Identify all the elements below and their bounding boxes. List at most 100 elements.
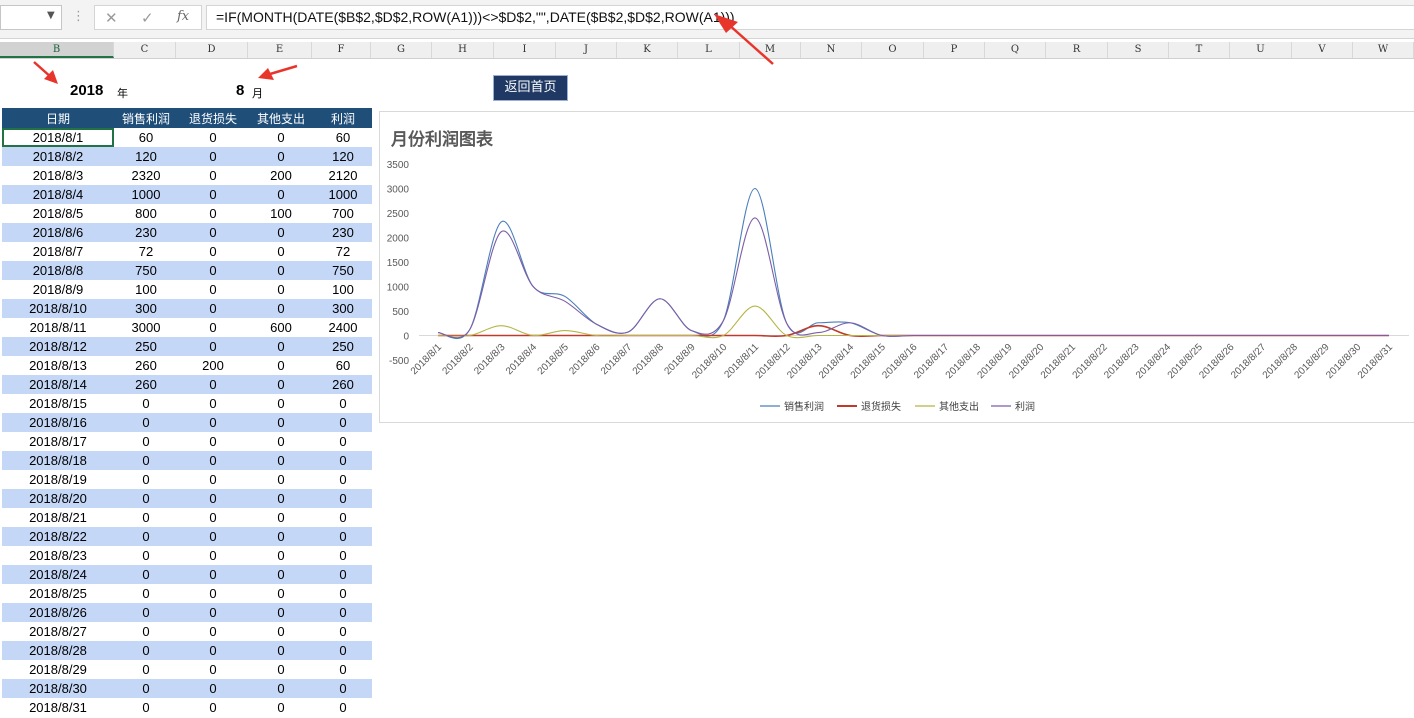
value-cell[interactable]: 0: [114, 698, 178, 717]
value-cell[interactable]: 1000: [114, 185, 178, 204]
formula-input[interactable]: =IF(MONTH(DATE($B$2,$D$2,ROW(A1)))<>$D$2…: [206, 5, 1414, 30]
value-cell[interactable]: 0: [178, 299, 248, 318]
value-cell[interactable]: 0: [178, 223, 248, 242]
date-cell[interactable]: 2018/8/17: [2, 432, 114, 451]
value-cell[interactable]: 60: [314, 356, 372, 375]
chevron-down-icon[interactable]: ▼: [47, 10, 55, 21]
column-header-j[interactable]: J: [556, 42, 617, 58]
value-cell[interactable]: 0: [248, 223, 314, 242]
value-cell[interactable]: 0: [178, 128, 248, 147]
value-cell[interactable]: 0: [178, 603, 248, 622]
value-cell[interactable]: 0: [314, 451, 372, 470]
value-cell[interactable]: 120: [314, 147, 372, 166]
value-cell[interactable]: 0: [248, 375, 314, 394]
column-header-u[interactable]: U: [1230, 42, 1292, 58]
date-cell[interactable]: 2018/8/28: [2, 641, 114, 660]
column-header-p[interactable]: P: [924, 42, 985, 58]
value-cell[interactable]: 0: [314, 679, 372, 698]
value-cell[interactable]: 0: [178, 527, 248, 546]
value-cell[interactable]: 0: [114, 527, 178, 546]
column-header-b[interactable]: B: [0, 42, 114, 58]
value-cell[interactable]: 0: [248, 660, 314, 679]
value-cell[interactable]: 0: [248, 527, 314, 546]
column-header-f[interactable]: F: [312, 42, 371, 58]
value-cell[interactable]: 600: [248, 318, 314, 337]
value-cell[interactable]: 0: [248, 394, 314, 413]
date-cell[interactable]: 2018/8/7: [2, 242, 114, 261]
value-cell[interactable]: 0: [114, 660, 178, 679]
value-cell[interactable]: 0: [178, 166, 248, 185]
value-cell[interactable]: 120: [114, 147, 178, 166]
date-cell[interactable]: 2018/8/8: [2, 261, 114, 280]
value-cell[interactable]: 260: [114, 356, 178, 375]
column-header-q[interactable]: Q: [985, 42, 1046, 58]
value-cell[interactable]: 0: [314, 565, 372, 584]
value-cell[interactable]: 0: [314, 527, 372, 546]
value-cell[interactable]: 300: [314, 299, 372, 318]
cancel-icon[interactable]: ✕: [105, 9, 118, 27]
value-cell[interactable]: 2320: [114, 166, 178, 185]
value-cell[interactable]: 0: [248, 337, 314, 356]
value-cell[interactable]: 0: [248, 128, 314, 147]
value-cell[interactable]: 0: [248, 641, 314, 660]
column-header-m[interactable]: M: [740, 42, 801, 58]
column-header-l[interactable]: L: [678, 42, 740, 58]
value-cell[interactable]: 3000: [114, 318, 178, 337]
date-cell[interactable]: 2018/8/16: [2, 413, 114, 432]
value-cell[interactable]: 260: [114, 375, 178, 394]
value-cell[interactable]: 0: [314, 413, 372, 432]
date-cell[interactable]: 2018/8/25: [2, 584, 114, 603]
insert-function-icon[interactable]: fx: [177, 9, 189, 24]
column-header-r[interactable]: R: [1046, 42, 1108, 58]
month-value[interactable]: 8: [236, 82, 244, 99]
value-cell[interactable]: 0: [248, 622, 314, 641]
value-cell[interactable]: 0: [178, 470, 248, 489]
value-cell[interactable]: 0: [114, 470, 178, 489]
value-cell[interactable]: 0: [248, 261, 314, 280]
date-cell[interactable]: 2018/8/27: [2, 622, 114, 641]
date-cell[interactable]: 2018/8/24: [2, 565, 114, 584]
value-cell[interactable]: 0: [178, 204, 248, 223]
date-cell[interactable]: 2018/8/5: [2, 204, 114, 223]
value-cell[interactable]: 700: [314, 204, 372, 223]
value-cell[interactable]: 260: [314, 375, 372, 394]
value-cell[interactable]: 0: [178, 413, 248, 432]
value-cell[interactable]: 72: [114, 242, 178, 261]
return-home-button[interactable]: 返回首页: [493, 75, 568, 101]
value-cell[interactable]: 0: [314, 603, 372, 622]
column-header-k[interactable]: K: [617, 42, 678, 58]
value-cell[interactable]: 800: [114, 204, 178, 223]
value-cell[interactable]: 0: [314, 698, 372, 717]
value-cell[interactable]: 0: [114, 413, 178, 432]
value-cell[interactable]: 0: [314, 546, 372, 565]
date-cell[interactable]: 2018/8/9: [2, 280, 114, 299]
value-cell[interactable]: 0: [178, 185, 248, 204]
value-cell[interactable]: 0: [178, 622, 248, 641]
enter-icon[interactable]: ✓: [141, 9, 154, 27]
value-cell[interactable]: 0: [178, 641, 248, 660]
value-cell[interactable]: 0: [178, 565, 248, 584]
value-cell[interactable]: 0: [178, 337, 248, 356]
value-cell[interactable]: 230: [314, 223, 372, 242]
value-cell[interactable]: 0: [114, 546, 178, 565]
value-cell[interactable]: 0: [248, 356, 314, 375]
date-cell[interactable]: 2018/8/21: [2, 508, 114, 527]
column-header-v[interactable]: V: [1292, 42, 1353, 58]
value-cell[interactable]: 0: [314, 432, 372, 451]
date-cell[interactable]: 2018/8/19: [2, 470, 114, 489]
column-header-o[interactable]: O: [862, 42, 924, 58]
value-cell[interactable]: 0: [248, 470, 314, 489]
column-header-h[interactable]: H: [432, 42, 494, 58]
value-cell[interactable]: 0: [114, 451, 178, 470]
value-cell[interactable]: 0: [178, 394, 248, 413]
value-cell[interactable]: 0: [248, 280, 314, 299]
value-cell[interactable]: 0: [114, 603, 178, 622]
column-header-d[interactable]: D: [176, 42, 248, 58]
value-cell[interactable]: 0: [178, 698, 248, 717]
value-cell[interactable]: 60: [314, 128, 372, 147]
value-cell[interactable]: 1000: [314, 185, 372, 204]
column-header-c[interactable]: C: [114, 42, 176, 58]
value-cell[interactable]: 0: [314, 470, 372, 489]
date-cell[interactable]: 2018/8/18: [2, 451, 114, 470]
value-cell[interactable]: 0: [248, 603, 314, 622]
